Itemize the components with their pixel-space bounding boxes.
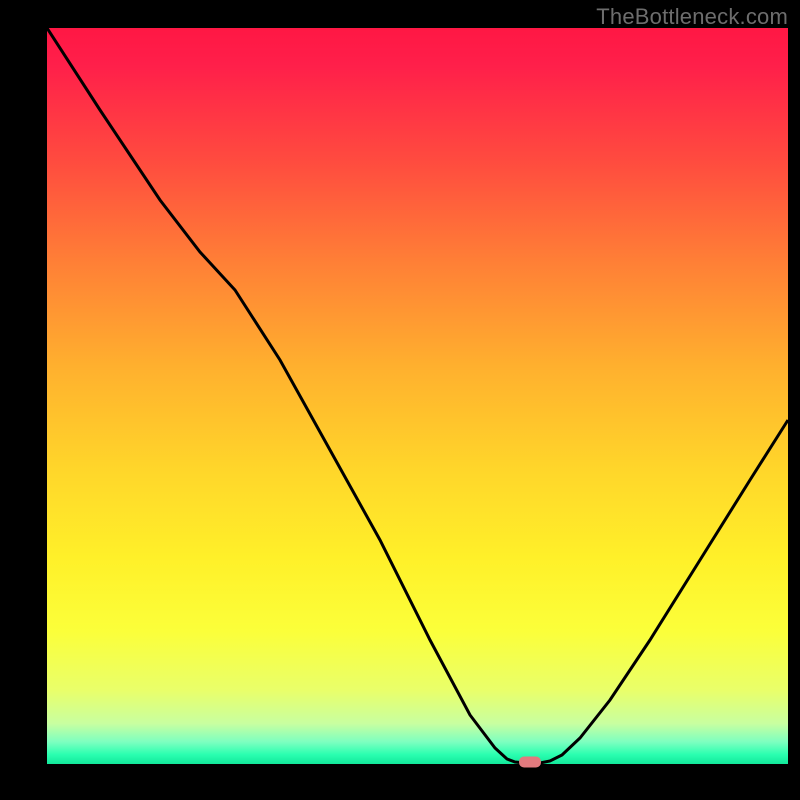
bottleneck-chart [0, 0, 800, 800]
chart-frame: TheBottleneck.com [0, 0, 800, 800]
watermark-text: TheBottleneck.com [596, 4, 788, 30]
plot-background [47, 28, 788, 764]
optimal-point-marker [519, 757, 541, 768]
